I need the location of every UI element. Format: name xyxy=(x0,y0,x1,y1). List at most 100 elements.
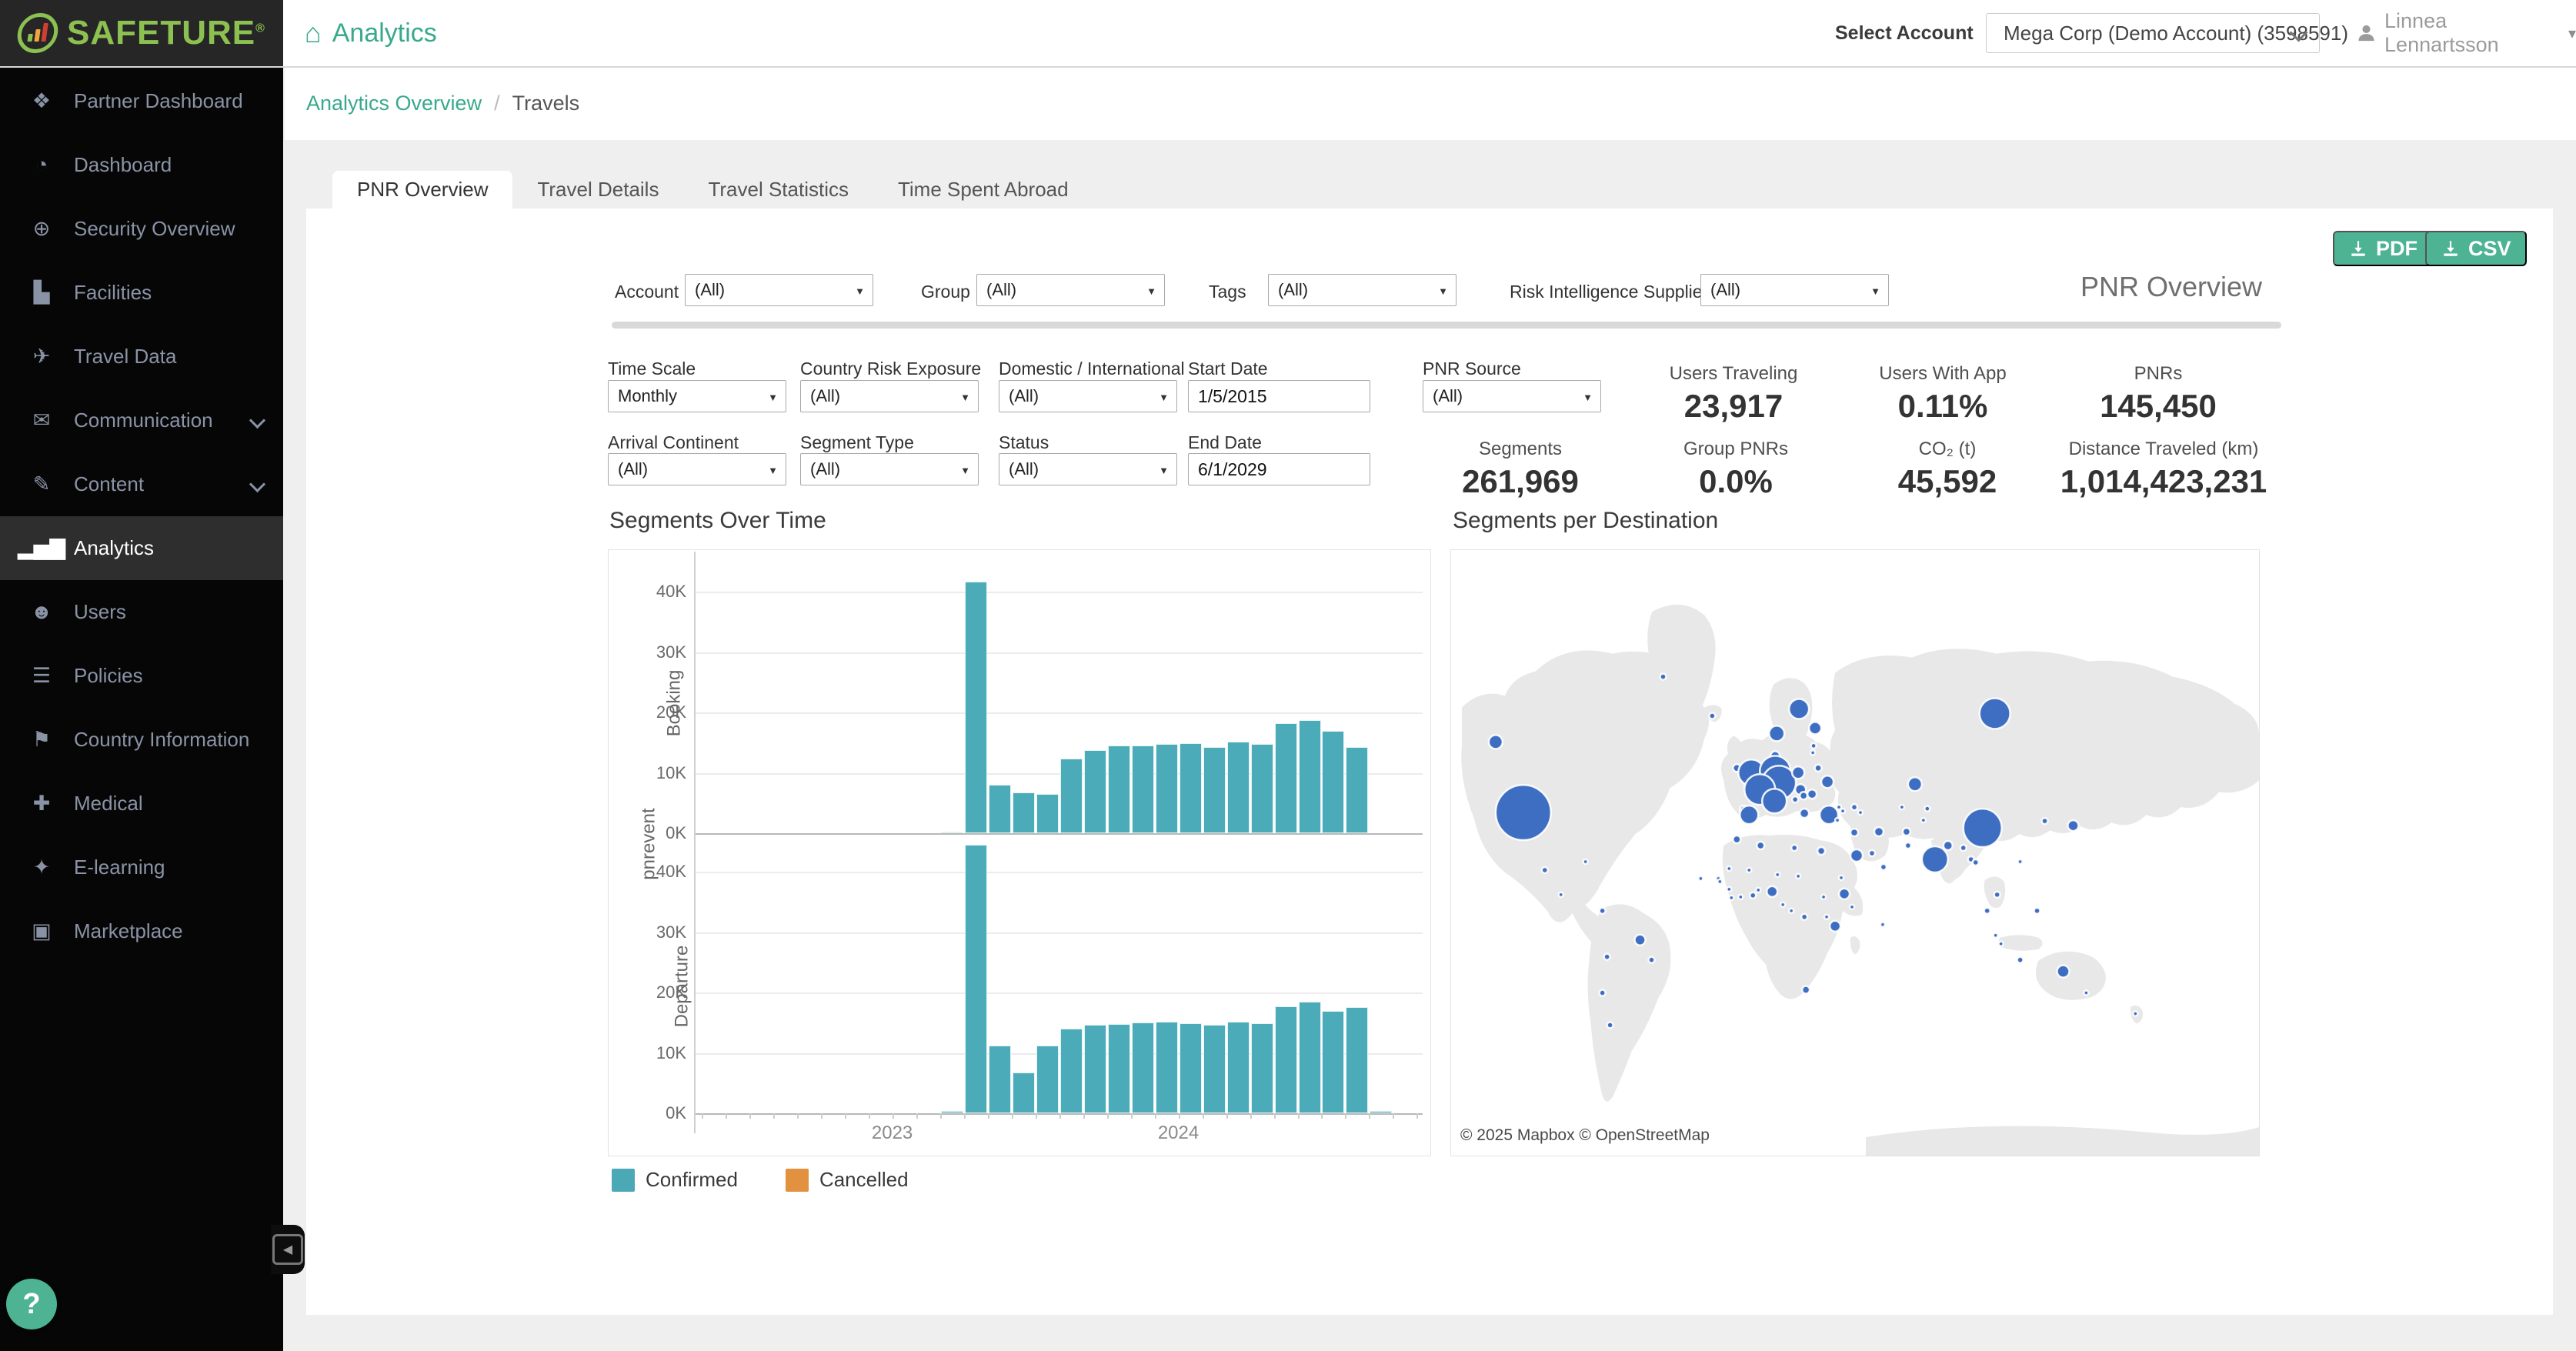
destination-bubble[interactable] xyxy=(2057,966,2070,978)
destination-bubble[interactable] xyxy=(1496,785,1551,840)
bar-departure-dec-2023[interactable] xyxy=(1156,1022,1178,1113)
bar-departure-sep-2024[interactable] xyxy=(1370,1111,1392,1113)
bar-booking-apr-2023[interactable] xyxy=(965,582,987,833)
bar-booking-may-2023[interactable] xyxy=(989,785,1011,833)
destination-bubble[interactable] xyxy=(1850,829,1858,836)
bar-departure-jun-2024[interactable] xyxy=(1299,1002,1321,1113)
bar-departure-sep-2023[interactable] xyxy=(1084,1025,1106,1113)
bar-booking-nov-2023[interactable] xyxy=(1132,746,1154,833)
destination-bubble[interactable] xyxy=(1792,766,1804,779)
bar-departure-oct-2023[interactable] xyxy=(1108,1024,1130,1113)
filter-arrival-continent-select[interactable]: (All)▼ xyxy=(608,453,786,485)
destination-bubble[interactable] xyxy=(1880,922,1885,927)
destination-bubble[interactable] xyxy=(1767,886,1777,897)
bar-departure-mar-2024[interactable] xyxy=(1227,1022,1250,1113)
destination-bubble[interactable] xyxy=(1717,879,1722,884)
destination-bubble[interactable] xyxy=(1733,836,1740,843)
sidebar-item-policies[interactable]: ☰Policies xyxy=(0,644,283,708)
destination-bubble[interactable] xyxy=(1922,846,1948,872)
bar-booking-apr-2024[interactable] xyxy=(1251,744,1273,833)
destination-bubble[interactable] xyxy=(1830,921,1840,932)
destination-bubble[interactable] xyxy=(1559,892,1563,897)
destination-bubble[interactable] xyxy=(1791,845,1797,851)
segments-per-destination-map[interactable]: © 2025 Mapbox © OpenStreetMap xyxy=(1450,549,2260,1156)
destination-bubble[interactable] xyxy=(1660,674,1666,680)
destination-bubble[interactable] xyxy=(1839,876,1844,880)
user-menu[interactable]: Linnea Lennartsson ▾ xyxy=(2356,0,2576,66)
bar-departure-aug-2024[interactable] xyxy=(1346,1007,1368,1113)
destination-bubble[interactable] xyxy=(1840,809,1845,813)
sidebar-item-content[interactable]: ✎Content xyxy=(0,452,283,516)
download-pdf-button[interactable]: PDF xyxy=(2333,231,2433,266)
destination-bubble[interactable] xyxy=(1999,942,2004,946)
bar-departure-apr-2023[interactable] xyxy=(965,845,987,1113)
filter-account-select[interactable]: (All)▼ xyxy=(685,274,873,306)
destination-bubble[interactable] xyxy=(1921,818,1926,822)
destination-bubble[interactable] xyxy=(1789,909,1794,913)
bar-booking-aug-2023[interactable] xyxy=(1060,759,1083,833)
destination-bubble[interactable] xyxy=(1994,892,2000,898)
destination-bubble[interactable] xyxy=(2133,1011,2137,1016)
destination-bubble[interactable] xyxy=(1607,1022,1613,1028)
destination-bubble[interactable] xyxy=(1835,818,1840,822)
sidebar-item-travel-data[interactable]: ✈Travel Data xyxy=(0,325,283,389)
tab-time-spent-abroad[interactable]: Time Spent Abroad xyxy=(873,171,1093,208)
bar-departure-feb-2024[interactable] xyxy=(1203,1025,1226,1113)
sidebar-item-medical[interactable]: ✚Medical xyxy=(0,772,283,836)
destination-bubble[interactable] xyxy=(1880,864,1887,870)
destination-bubble[interactable] xyxy=(1775,872,1780,877)
destination-bubble[interactable] xyxy=(1542,867,1548,873)
destination-bubble[interactable] xyxy=(1796,874,1800,879)
destination-bubble[interactable] xyxy=(1709,712,1715,719)
destination-bubble[interactable] xyxy=(1980,699,2010,729)
filter-country-risk-exposure-select[interactable]: (All)▼ xyxy=(800,380,979,412)
bar-booking-feb-2024[interactable] xyxy=(1203,747,1226,833)
sidebar-item-marketplace[interactable]: ▣Marketplace xyxy=(0,899,283,963)
destination-bubble[interactable] xyxy=(1757,842,1764,849)
destination-bubble[interactable] xyxy=(1780,902,1785,907)
destination-bubble[interactable] xyxy=(2067,820,2078,831)
map-attribution[interactable]: © 2025 Mapbox © OpenStreetMap xyxy=(1451,1123,1719,1148)
filter-time-scale-select[interactable]: Monthly▼ xyxy=(608,380,786,412)
destination-bubble[interactable] xyxy=(1874,827,1884,836)
filter-end-date-input[interactable]: 6/1/2029 xyxy=(1188,453,1370,485)
destination-bubble[interactable] xyxy=(1924,806,1930,812)
destination-bubble[interactable] xyxy=(1583,859,1588,864)
destination-bubble[interactable] xyxy=(1750,892,1756,899)
bar-departure-may-2024[interactable] xyxy=(1275,1006,1297,1113)
destination-bubble[interactable] xyxy=(1800,809,1809,818)
sidebar-item-e-learning[interactable]: ✦E-learning xyxy=(0,836,283,899)
destination-bubble[interactable] xyxy=(2018,859,2023,864)
destination-bubble[interactable] xyxy=(1908,777,1922,791)
filter-start-date-input[interactable]: 1/5/2015 xyxy=(1188,380,1370,412)
destination-bubble[interactable] xyxy=(1994,933,1998,938)
sidebar-item-communication[interactable]: ✉Communication xyxy=(0,389,283,452)
destination-bubble[interactable] xyxy=(2034,908,2040,914)
sidebar-collapse-button[interactable]: ◀ xyxy=(271,1225,305,1274)
sidebar-item-country-information[interactable]: ⚑Country Information xyxy=(0,708,283,772)
destination-bubble[interactable] xyxy=(2017,957,2024,963)
sidebar-item-security-overview[interactable]: ⊕Security Overview xyxy=(0,197,283,261)
destination-bubble[interactable] xyxy=(1903,828,1910,836)
bar-booking-aug-2024[interactable] xyxy=(1346,747,1368,833)
sidebar-item-users[interactable]: ☻Users xyxy=(0,580,283,644)
destination-bubble[interactable] xyxy=(1858,810,1863,815)
bar-booking-oct-2023[interactable] xyxy=(1108,746,1130,833)
filter-pnr-source-select[interactable]: (All)▼ xyxy=(1423,380,1601,412)
destination-bubble[interactable] xyxy=(1604,954,1610,960)
destination-bubble[interactable] xyxy=(1810,750,1815,755)
destination-bubble[interactable] xyxy=(1900,805,1904,809)
destination-bubble[interactable] xyxy=(1740,806,1758,824)
filter-domestic-international-select[interactable]: (All)▼ xyxy=(999,380,1177,412)
bar-departure-may-2023[interactable] xyxy=(989,1046,1011,1113)
destination-bubble[interactable] xyxy=(1944,841,1953,850)
sidebar-item-facilities[interactable]: ▙Facilities xyxy=(0,261,283,325)
destination-bubble[interactable] xyxy=(1747,868,1751,872)
bar-booking-jul-2023[interactable] xyxy=(1036,794,1059,833)
tab-travel-statistics[interactable]: Travel Statistics xyxy=(683,171,873,208)
destination-bubble[interactable] xyxy=(1960,845,1967,851)
destination-bubble[interactable] xyxy=(1809,722,1821,734)
destination-bubble[interactable] xyxy=(1489,735,1503,749)
destination-bubble[interactable] xyxy=(1817,847,1825,855)
destination-bubble[interactable] xyxy=(1824,915,1829,919)
